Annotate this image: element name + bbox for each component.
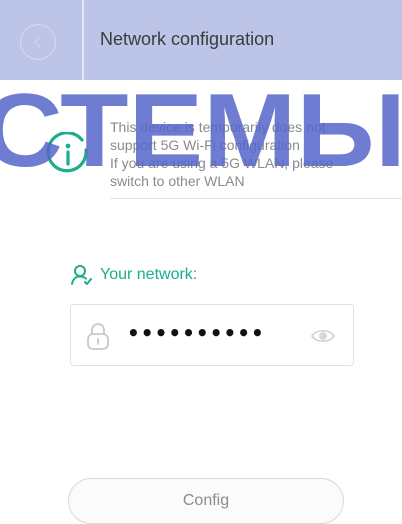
password-value[interactable]: ••••••••••: [127, 321, 265, 345]
notice-divider: [110, 198, 402, 199]
notice-line-4: switch to other WLAN: [110, 173, 245, 189]
back-button[interactable]: [20, 24, 56, 60]
5g-warning-notice: This device is temporarily does not supp…: [110, 118, 402, 190]
chevron-left-icon: [34, 36, 41, 48]
notice-line-3: If you are using a 5G WLAN, please: [110, 155, 334, 171]
wifi-password-field[interactable]: ••••••••••: [70, 304, 354, 366]
eye-icon[interactable]: [311, 327, 335, 345]
network-configuration-screen: Network configuration This device is tem…: [0, 0, 402, 524]
info-icon: [46, 132, 88, 173]
lock-icon: [87, 323, 109, 350]
page-title: Network configuration: [100, 29, 275, 49]
your-network-label: Your network:: [70, 264, 197, 286]
header-divider: [82, 0, 84, 80]
config-button[interactable]: Config: [68, 478, 344, 524]
your-network-text: Your network:: [100, 266, 198, 283]
header-bar: Network configuration: [0, 0, 402, 80]
user-icon: [71, 265, 92, 285]
notice-line-1: This device is temporarily does not: [110, 119, 326, 135]
notice-line-2: support 5G Wi-Fi configuration: [110, 137, 300, 153]
